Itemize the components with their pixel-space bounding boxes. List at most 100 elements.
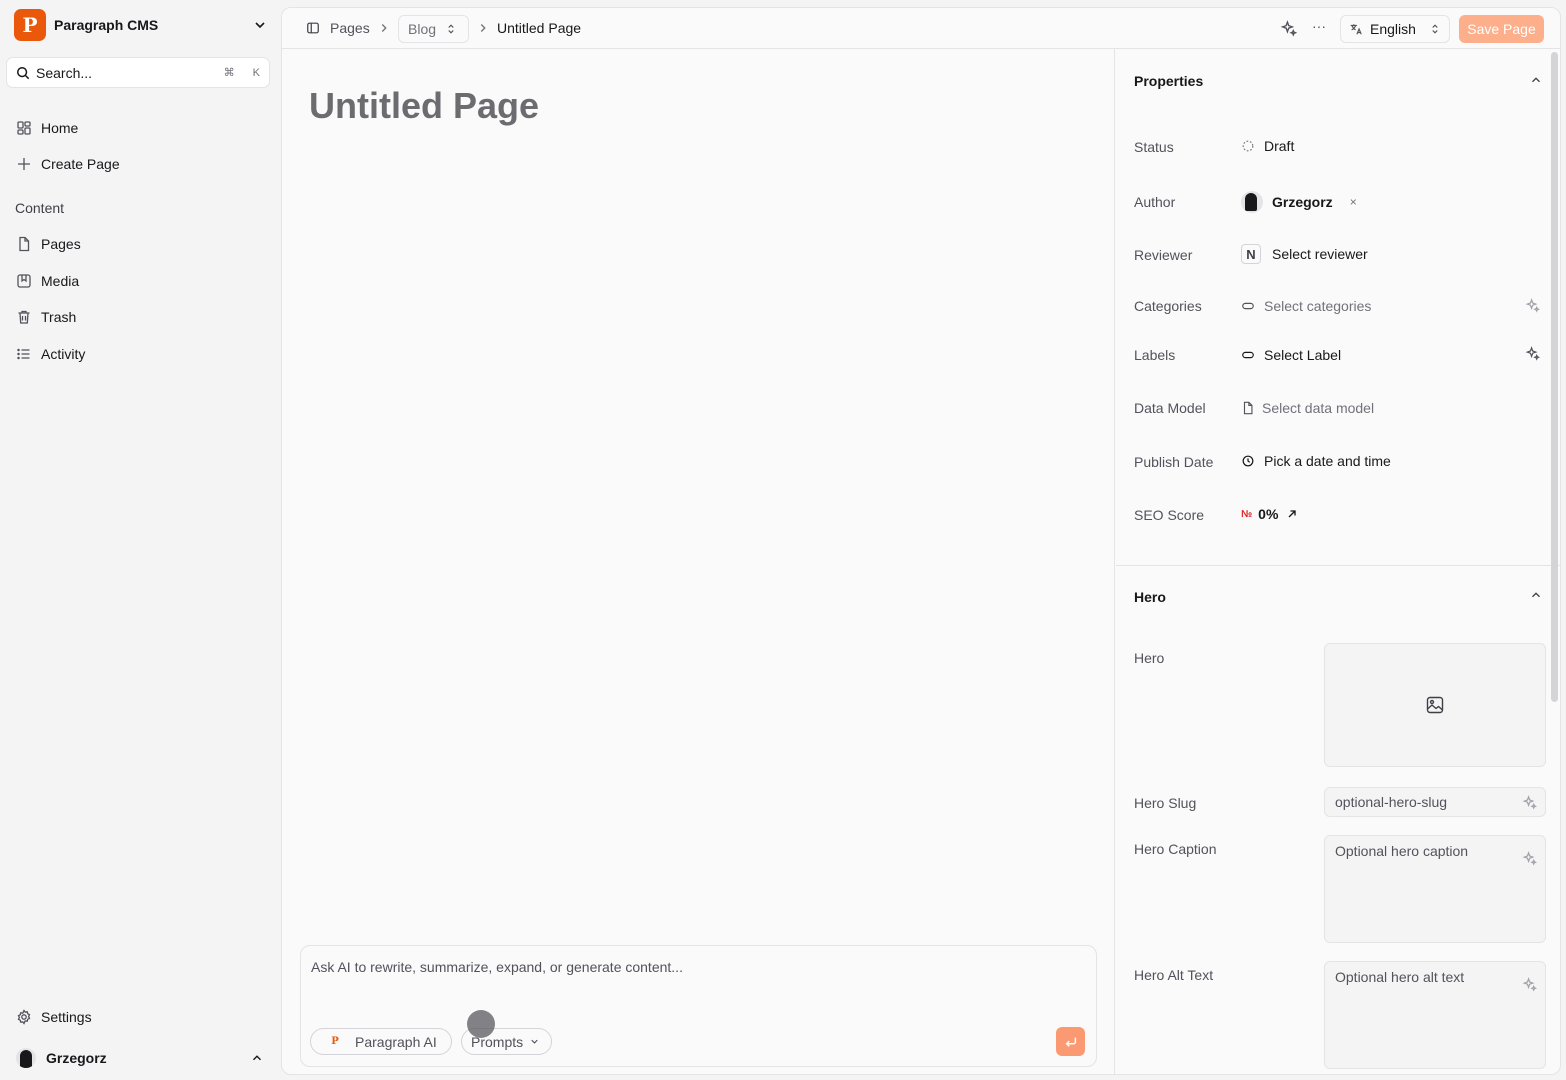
sparkles-icon[interactable]: [1522, 977, 1537, 992]
sparkles-icon[interactable]: [1525, 346, 1540, 361]
search-input[interactable]: Search... ⌘ K: [6, 57, 270, 88]
file-icon: [19, 236, 30, 252]
hero-slug-input[interactable]: optional-hero-slug: [1324, 787, 1546, 817]
status-value[interactable]: Draft: [1241, 138, 1294, 154]
sidebar-item-pages[interactable]: Pages: [8, 228, 272, 260]
sparkles-icon[interactable]: [1280, 20, 1297, 37]
sidebar-item-label: Activity: [41, 346, 86, 362]
workspace-switcher[interactable]: P Paragraph CMS: [8, 6, 274, 44]
sidebar-item-activity[interactable]: Activity: [8, 338, 272, 370]
publish-date-label: Publish Date: [1134, 454, 1214, 470]
chevrons-up-down-icon: [448, 24, 454, 34]
seo-prefix: №: [1241, 508, 1253, 520]
tag-icon: [1242, 351, 1254, 359]
chevron-up-icon[interactable]: [1529, 73, 1543, 87]
reviewer-label: Reviewer: [1134, 247, 1193, 263]
sidebar-item-home[interactable]: Home: [8, 112, 272, 144]
editor-area[interactable]: Untitled Page Ask AI to rewrite, summari…: [282, 49, 1115, 1074]
list-icon: [17, 348, 30, 360]
labels-label: Labels: [1134, 347, 1176, 363]
properties-panel: Properties Status Draft Author Grzegorz …: [1116, 49, 1560, 1074]
sidebar-toggle-icon[interactable]: [306, 21, 320, 35]
hero-caption-input[interactable]: Optional hero caption: [1324, 835, 1546, 943]
ai-prompt-box[interactable]: Ask AI to rewrite, summarize, expand, or…: [300, 945, 1097, 1067]
seo-score-value[interactable]: № 0%: [1241, 506, 1298, 522]
image-icon: [1426, 696, 1444, 714]
language-label: English: [1370, 21, 1416, 37]
sidebar-item-label: Create Page: [41, 156, 120, 172]
arrow-up-right-icon: [1288, 510, 1297, 518]
page-title[interactable]: Untitled Page: [309, 85, 539, 127]
scrollbar[interactable]: [1551, 52, 1558, 702]
chevron-up-icon[interactable]: [1529, 588, 1543, 602]
data-model-text: Select data model: [1262, 400, 1375, 416]
circle-dashed-icon: [1242, 140, 1254, 152]
publish-date-picker[interactable]: Pick a date and time: [1241, 453, 1391, 469]
author-value[interactable]: Grzegorz ×: [1241, 191, 1357, 213]
hero-slug-placeholder: optional-hero-slug: [1335, 794, 1448, 810]
hero-alt-input[interactable]: Optional hero alt text: [1324, 961, 1546, 1069]
gear-icon: [17, 1009, 31, 1025]
ai-prompt-input[interactable]: Ask AI to rewrite, summarize, expand, or…: [311, 959, 683, 975]
chevron-up-icon: [253, 1055, 261, 1061]
hero-slug-label: Hero Slug: [1134, 795, 1197, 811]
sparkles-icon[interactable]: [1522, 851, 1537, 866]
chevron-right-icon: [381, 24, 387, 32]
sidebar-item-settings[interactable]: Settings: [8, 1001, 272, 1033]
top-bar: Pages Blog Untitled Page ··· English Sav…: [282, 8, 1560, 49]
breadcrumb-pages[interactable]: Pages: [330, 20, 370, 36]
properties-title: Properties: [1134, 73, 1204, 89]
workspace-logo: P: [14, 9, 46, 41]
breadcrumb-current: Untitled Page: [497, 20, 582, 36]
hero-label: Hero: [1134, 650, 1165, 666]
categories-select[interactable]: Select categories: [1241, 298, 1371, 314]
save-page-button[interactable]: Save Page: [1459, 15, 1544, 43]
sidebar-section-content: Content: [15, 200, 65, 216]
sparkles-icon[interactable]: [1525, 298, 1540, 313]
reviewer-select[interactable]: N Select reviewer: [1241, 244, 1368, 264]
sidebar-item-label: Home: [41, 120, 79, 136]
remove-author-button[interactable]: ×: [1350, 195, 1357, 209]
chevron-right-icon: [480, 24, 486, 32]
publish-date-text: Pick a date and time: [1264, 453, 1391, 469]
breadcrumb-blog-select[interactable]: Blog: [398, 15, 469, 43]
reviewer-badge: N: [1241, 244, 1261, 264]
chevron-down-icon: [255, 22, 265, 29]
seo-score-label: SEO Score: [1134, 507, 1205, 523]
workspace-name: Paragraph CMS: [54, 17, 159, 33]
clock-icon: [1242, 455, 1254, 467]
chevron-down-icon: [531, 1039, 538, 1044]
hero-alt-placeholder: Optional hero alt text: [1335, 969, 1465, 985]
sidebar: P Paragraph CMS Search... ⌘ K Home Creat…: [0, 0, 280, 1080]
section-divider: [1116, 565, 1560, 566]
status-label: Status: [1134, 139, 1174, 155]
plus-icon: [18, 158, 30, 170]
more-options-button[interactable]: ···: [1312, 18, 1326, 35]
sidebar-item-label: Pages: [41, 236, 81, 252]
hero-image-dropzone[interactable]: [1324, 643, 1546, 767]
language-select[interactable]: English: [1340, 15, 1450, 43]
sparkles-icon[interactable]: [1522, 795, 1537, 810]
file-icon: [1243, 401, 1253, 415]
paragraph-ai-label: Paragraph AI: [355, 1033, 437, 1050]
enter-icon: [1065, 1037, 1076, 1047]
user-name: Grzegorz: [46, 1050, 107, 1066]
paragraph-ai-button[interactable]: P Paragraph AI: [310, 1028, 452, 1055]
categories-text: Select categories: [1264, 298, 1372, 314]
user-menu[interactable]: Grzegorz: [8, 1042, 272, 1074]
main-panel: Pages Blog Untitled Page ··· English Sav…: [281, 7, 1561, 1075]
labels-select[interactable]: Select Label: [1241, 347, 1341, 363]
hero-alt-label: Hero Alt Text: [1134, 967, 1214, 983]
shortcut-key: K: [252, 66, 260, 79]
sidebar-item-trash[interactable]: Trash: [8, 301, 272, 333]
translate-icon: [1350, 24, 1362, 35]
data-model-select[interactable]: Select data model: [1241, 400, 1374, 416]
avatar: [16, 1048, 36, 1068]
send-button[interactable]: [1056, 1027, 1085, 1056]
status-text: Draft: [1264, 138, 1295, 154]
labels-text: Select Label: [1264, 347, 1342, 363]
sidebar-item-media[interactable]: Media: [8, 265, 272, 297]
media-icon: [17, 274, 31, 288]
sidebar-item-label: Media: [41, 273, 80, 289]
sidebar-item-create-page[interactable]: Create Page: [8, 148, 272, 180]
